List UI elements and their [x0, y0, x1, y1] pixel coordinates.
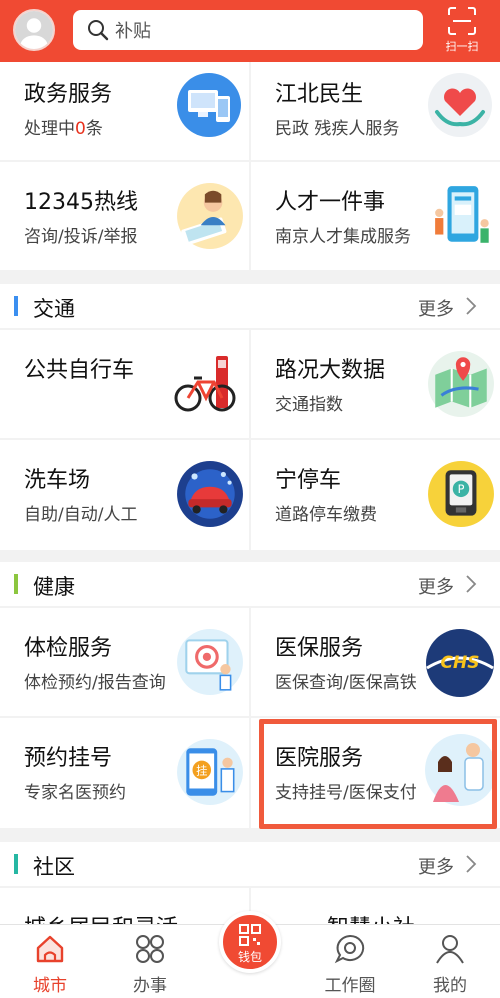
map-icon [428, 351, 494, 417]
grid-icon [136, 935, 164, 963]
scan-icon [448, 7, 476, 35]
service-traffic-data[interactable]: 路况大数据 交通指数 [251, 330, 500, 438]
nav-label: 工作圈 [324, 976, 376, 996]
service-medical-insurance[interactable]: 医保服务 医保查询/医保高铁 CHS [251, 608, 500, 716]
service-subtitle: 专家名医预约 [24, 783, 126, 803]
service-subtitle: 交通指数 [275, 395, 343, 415]
checkup-icon [177, 629, 243, 695]
service-title: 公共自行车 [24, 358, 135, 383]
service-subtitle: 民政 残疾人服务 [275, 119, 400, 139]
service-hotline[interactable]: 12345热线 咨询/投诉/举报 [0, 162, 249, 270]
service-subtitle: 医保查询/医保高铁 [275, 673, 417, 693]
service-checkup[interactable]: 体检服务 体检预约/报告查询 [0, 608, 249, 716]
chevron-right-icon[interactable] [464, 574, 478, 594]
service-subtitle: 道路停车缴费 [275, 505, 377, 525]
avatar[interactable] [13, 9, 55, 51]
avatar-icon [15, 11, 53, 49]
nav-label: 城市 [33, 976, 67, 996]
service-title: 医保服务 [275, 636, 364, 661]
bicycle-icon [174, 356, 236, 412]
nav-label: 办事 [133, 976, 167, 996]
service-parking[interactable]: 宁停车 道路停车缴费 P [251, 440, 500, 550]
section-bar [14, 574, 18, 594]
service-bicycle[interactable]: 公共自行车 [0, 330, 249, 438]
app-header: 补贴 扫一扫 [0, 0, 500, 62]
service-subtitle: 自助/自动/人工 [24, 505, 138, 525]
bottom-nav: 城市 办事 钱包 工作圈 我的 [0, 911, 500, 998]
service-subtitle: 咨询/投诉/举报 [24, 227, 138, 247]
service-talent[interactable]: 人才一件事 南京人才集成服务 [251, 162, 500, 270]
nav-services[interactable]: 办事 [110, 933, 190, 996]
wallet-icon [239, 924, 261, 946]
service-car-wash[interactable]: 洗车场 自助/自动/人工 [0, 440, 249, 550]
nav-wallet[interactable]: 钱包 [219, 911, 281, 973]
computer-icon [177, 73, 241, 137]
search-placeholder: 补贴 [115, 21, 151, 42]
service-smart-partial[interactable]: 智慧小社… [251, 888, 500, 924]
service-title: 12345热线 [24, 190, 138, 215]
service-jiangbei[interactable]: 江北民生 民政 残疾人服务 [251, 62, 500, 160]
section-title: 交通 [33, 297, 75, 321]
city-icon [36, 935, 64, 963]
svg-text:CHS: CHS [441, 653, 480, 673]
nav-workcircle[interactable]: 工作圈 [310, 933, 390, 996]
chevron-right-icon[interactable] [464, 296, 478, 316]
chevron-right-icon[interactable] [464, 854, 478, 874]
register-icon: 挂 [177, 739, 243, 805]
scan-label: 扫一扫 [445, 40, 479, 53]
section-header-traffic: 交通 更多 [0, 284, 500, 328]
more-link[interactable]: 更多 [418, 853, 454, 879]
section-bar [14, 854, 18, 874]
section-header-health: 健康 更多 [0, 562, 500, 606]
user-icon [436, 935, 464, 964]
section-title: 社区 [33, 855, 75, 879]
service-subtitle: 处理中0条 [24, 119, 103, 139]
more-link[interactable]: 更多 [418, 573, 454, 599]
service-subtitle: 南京人才集成服务 [275, 227, 411, 247]
svg-text:挂: 挂 [196, 764, 207, 778]
car-wash-icon [177, 461, 243, 527]
parking-icon: P [428, 461, 494, 527]
service-title: 体检服务 [24, 636, 113, 661]
scan-button[interactable]: 扫一扫 [440, 6, 484, 56]
service-title: 人才一件事 [275, 190, 386, 215]
operator-icon [177, 183, 243, 249]
service-gov[interactable]: 政务服务 处理中0条 [0, 62, 249, 160]
section-title: 健康 [33, 575, 75, 599]
heart-hands-icon [428, 73, 492, 137]
svg-text:P: P [458, 482, 465, 496]
search-input[interactable]: 补贴 [73, 10, 423, 50]
section-header-community: 社区 更多 [0, 842, 500, 886]
service-title: 江北民生 [275, 82, 364, 107]
nav-label: 我的 [433, 976, 467, 996]
service-title: 城乡居民和灵活… [24, 910, 200, 924]
service-appointment[interactable]: 预约挂号 专家名医预约 挂 [0, 718, 249, 828]
nav-mine[interactable]: 我的 [410, 933, 490, 996]
service-title: 宁停车 [275, 468, 342, 493]
pending-count: 0 [75, 119, 86, 139]
nav-city[interactable]: 城市 [10, 933, 90, 996]
service-title: 政务服务 [24, 82, 113, 107]
search-icon [88, 20, 109, 41]
service-subtitle: 体检预约/报告查询 [24, 673, 166, 693]
service-title: 智慧小社… [327, 910, 437, 924]
service-title: 路况大数据 [275, 358, 386, 383]
service-title: 洗车场 [24, 468, 91, 493]
chat-icon [334, 934, 365, 964]
service-community-partial[interactable]: 城乡居民和灵活… [0, 888, 249, 924]
talent-icon [435, 186, 489, 243]
nav-label: 钱包 [237, 950, 262, 964]
selection-highlight [259, 719, 497, 829]
chs-icon: CHS [426, 629, 494, 697]
service-title: 预约挂号 [24, 746, 113, 771]
more-link[interactable]: 更多 [418, 295, 454, 321]
section-bar [14, 296, 18, 316]
